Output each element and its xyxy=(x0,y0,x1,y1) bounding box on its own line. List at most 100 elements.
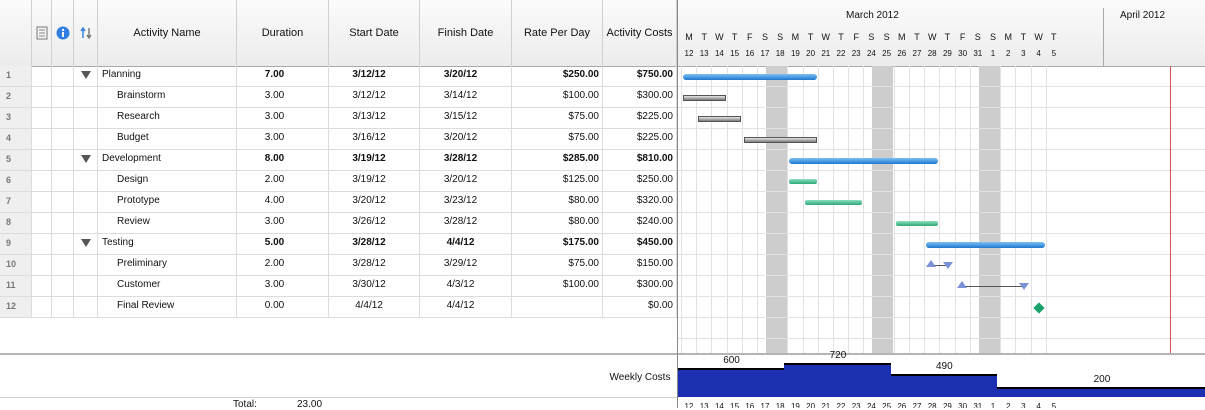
activity-cost-cell[interactable]: $0.00 xyxy=(603,297,677,317)
outline-cell[interactable] xyxy=(74,192,98,212)
start-date-cell[interactable]: 3/13/12 xyxy=(329,108,420,128)
activity-cost-cell[interactable]: $150.00 xyxy=(603,255,677,275)
finish-date-cell[interactable]: 4/4/12 xyxy=(420,234,512,254)
disclosure-triangle-icon[interactable] xyxy=(81,71,91,79)
rate-cell[interactable]: $75.00 xyxy=(512,129,603,149)
activity-cost-cell[interactable]: $750.00 xyxy=(603,66,677,86)
gantt-chart[interactable]: March 2012 April 2012 M 12 T 13 W 14 T 15 F 16 S 17… xyxy=(677,0,1205,408)
duration-cell[interactable]: 3.00 xyxy=(237,87,329,107)
rate-cell[interactable]: $80.00 xyxy=(512,213,603,233)
duration-cell[interactable]: 3.00 xyxy=(237,108,329,128)
activity-cost-cell[interactable]: $300.00 xyxy=(603,276,677,296)
table-row[interactable]: 9 Testing 5.00 3/28/12 4/4/12 $175.00 $4… xyxy=(0,234,677,255)
rate-cell[interactable]: $250.00 xyxy=(512,66,603,86)
notes-cell[interactable] xyxy=(32,66,52,86)
activity-name-cell[interactable]: Development xyxy=(98,150,237,170)
activity-name-cell[interactable]: Planning xyxy=(98,66,237,86)
table-row[interactable]: 12 Final Review 0.00 4/4/12 4/4/12 $0.00 xyxy=(0,297,677,318)
duration-cell[interactable]: 4.00 xyxy=(237,192,329,212)
outline-cell[interactable] xyxy=(74,66,98,86)
info-cell[interactable] xyxy=(52,108,74,128)
start-date-cell[interactable]: 3/30/12 xyxy=(329,276,420,296)
activity-cost-cell[interactable]: $320.00 xyxy=(603,192,677,212)
finish-date-cell[interactable]: 3/29/12 xyxy=(420,255,512,275)
summary-bar[interactable] xyxy=(789,158,939,164)
start-date-cell[interactable]: 4/4/12 xyxy=(329,297,420,317)
task-bar[interactable] xyxy=(789,179,817,184)
duration-cell[interactable]: 8.00 xyxy=(237,150,329,170)
activity-cost-cell[interactable]: $450.00 xyxy=(603,234,677,254)
notes-cell[interactable] xyxy=(32,255,52,275)
notes-cell[interactable] xyxy=(32,276,52,296)
info-cell[interactable] xyxy=(52,129,74,149)
start-date-cell[interactable]: 3/28/12 xyxy=(329,234,420,254)
finish-date-header[interactable]: Finish Date xyxy=(420,0,512,66)
start-date-cell[interactable]: 3/28/12 xyxy=(329,255,420,275)
info-cell[interactable] xyxy=(52,150,74,170)
table-row[interactable]: 10 Preliminary 2.00 3/28/12 3/29/12 $75.… xyxy=(0,255,677,276)
finish-date-cell[interactable]: 3/14/12 xyxy=(420,87,512,107)
table-row[interactable]: 11 Customer 3.00 3/30/12 4/3/12 $100.00 … xyxy=(0,276,677,297)
task-bar[interactable] xyxy=(683,95,726,101)
start-date-cell[interactable]: 3/20/12 xyxy=(329,192,420,212)
outline-cell[interactable] xyxy=(74,297,98,317)
info-cell[interactable] xyxy=(52,255,74,275)
activity-cost-cell[interactable]: $300.00 xyxy=(603,87,677,107)
table-row[interactable]: 4 Budget 3.00 3/16/12 3/20/12 $75.00 $22… xyxy=(0,129,677,150)
info-cell[interactable] xyxy=(52,276,74,296)
finish-date-cell[interactable]: 4/3/12 xyxy=(420,276,512,296)
duration-cell[interactable]: 3.00 xyxy=(237,276,329,296)
table-row[interactable]: 5 Development 8.00 3/19/12 3/28/12 $285.… xyxy=(0,150,677,171)
notes-cell[interactable] xyxy=(32,171,52,191)
start-date-header[interactable]: Start Date xyxy=(329,0,420,66)
notes-cell[interactable] xyxy=(32,234,52,254)
summary-bar[interactable] xyxy=(683,74,817,80)
notes-cell[interactable] xyxy=(32,129,52,149)
notes-cell[interactable] xyxy=(32,192,52,212)
task-bar[interactable] xyxy=(804,200,863,205)
outline-cell[interactable] xyxy=(74,171,98,191)
duration-cell[interactable]: 0.00 xyxy=(237,297,329,317)
activity-name-cell[interactable]: Testing xyxy=(98,234,237,254)
info-cell[interactable] xyxy=(52,192,74,212)
table-row[interactable]: 3 Research 3.00 3/13/12 3/15/12 $75.00 $… xyxy=(0,108,677,129)
milestone-marker[interactable] xyxy=(1032,302,1045,314)
table-row[interactable]: 1 Planning 7.00 3/12/12 3/20/12 $250.00 … xyxy=(0,66,677,87)
activity-name-cell[interactable]: Final Review xyxy=(98,297,237,317)
finish-date-cell[interactable]: 4/4/12 xyxy=(420,297,512,317)
start-date-cell[interactable]: 3/12/12 xyxy=(329,87,420,107)
outline-cell[interactable] xyxy=(74,150,98,170)
rate-cell[interactable] xyxy=(512,297,603,317)
outline-cell[interactable] xyxy=(74,129,98,149)
rate-cell[interactable]: $100.00 xyxy=(512,276,603,296)
disclosure-triangle-icon[interactable] xyxy=(81,239,91,247)
finish-date-cell[interactable]: 3/15/12 xyxy=(420,108,512,128)
finish-date-cell[interactable]: 3/23/12 xyxy=(420,192,512,212)
outline-cell[interactable] xyxy=(74,276,98,296)
activity-cost-cell[interactable]: $240.00 xyxy=(603,213,677,233)
activity-name-cell[interactable]: Review xyxy=(98,213,237,233)
start-date-cell[interactable]: 3/19/12 xyxy=(329,150,420,170)
task-link-line[interactable] xyxy=(959,286,1025,287)
duration-cell[interactable]: 2.00 xyxy=(237,255,329,275)
duration-header[interactable]: Duration xyxy=(237,0,329,66)
notes-column-header[interactable] xyxy=(32,0,52,66)
finish-date-cell[interactable]: 3/28/12 xyxy=(420,213,512,233)
rate-cell[interactable]: $75.00 xyxy=(512,255,603,275)
table-row[interactable]: 6 Design 2.00 3/19/12 3/20/12 $125.00 $2… xyxy=(0,171,677,192)
activity-name-cell[interactable]: Customer xyxy=(98,276,237,296)
table-row[interactable]: 8 Review 3.00 3/26/12 3/28/12 $80.00 $24… xyxy=(0,213,677,234)
task-bar[interactable] xyxy=(895,221,939,226)
rate-cell[interactable]: $80.00 xyxy=(512,192,603,212)
activity-cost-cell[interactable]: $225.00 xyxy=(603,129,677,149)
activity-costs-header[interactable]: Activity Costs xyxy=(603,0,677,66)
activity-name-cell[interactable]: Preliminary xyxy=(98,255,237,275)
duration-cell[interactable]: 5.00 xyxy=(237,234,329,254)
finish-date-cell[interactable]: 3/20/12 xyxy=(420,171,512,191)
start-date-cell[interactable]: 3/19/12 xyxy=(329,171,420,191)
start-date-cell[interactable]: 3/12/12 xyxy=(329,66,420,86)
rate-header[interactable]: Rate Per Day xyxy=(512,0,603,66)
outline-cell[interactable] xyxy=(74,108,98,128)
info-cell[interactable] xyxy=(52,213,74,233)
activity-name-cell[interactable]: Budget xyxy=(98,129,237,149)
